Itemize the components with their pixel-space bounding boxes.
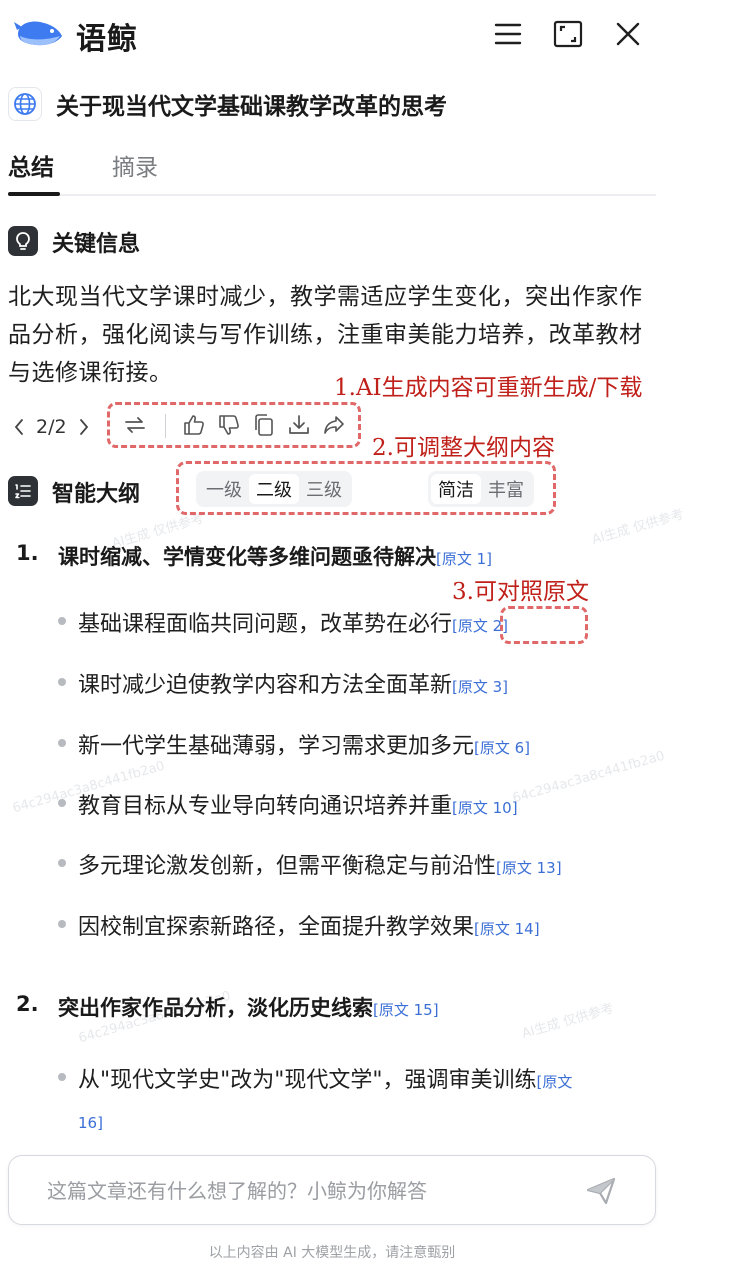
source-ref-link[interactable]: [原文 6] xyxy=(474,739,530,757)
send-icon[interactable] xyxy=(583,1174,619,1208)
download-icon[interactable] xyxy=(285,411,313,439)
bullet-dot xyxy=(58,739,66,747)
watermark: AI生成 仅供参考 xyxy=(520,1001,616,1042)
outline-section-number: 1. xyxy=(16,541,39,565)
whale-logo-icon xyxy=(14,16,64,50)
outline-item: 因校制宜探索新路径，全面提升教学效果[原文 14] xyxy=(78,909,540,941)
annotation-compare-source: 3.可对照原文 xyxy=(452,579,589,605)
annotation-regenerate-download: 1.AI生成内容可重新生成/下载 xyxy=(334,375,643,401)
watermark: 64c294ac3a8c441fb2a0 xyxy=(510,748,667,807)
source-ref-link[interactable]: [原文 1] xyxy=(436,550,492,568)
outline-item: 教育目标从专业导向转向通识培养并重[原文 10] xyxy=(78,788,518,820)
outline-item-text: 教育目标从专业导向转向通识培养并重 xyxy=(78,794,453,819)
bullet-dot xyxy=(58,1073,66,1081)
source-ref-link[interactable]: [原文 2] xyxy=(452,617,508,635)
bullet-dot xyxy=(58,799,66,807)
source-ref-link[interactable]: 16] xyxy=(78,1114,103,1132)
bullet-dot xyxy=(58,859,66,867)
outline-section-text: 课时缩减、学情变化等多维问题亟待解决 xyxy=(58,545,436,569)
outline-item-text: 课时减少迫使教学内容和方法全面革新 xyxy=(78,673,453,698)
level-option-3[interactable]: 三级 xyxy=(299,474,349,504)
regenerate-icon[interactable] xyxy=(121,411,149,439)
globe-icon xyxy=(8,87,42,121)
level-option-1[interactable]: 一级 xyxy=(199,474,249,504)
annotation-box-source-ref xyxy=(500,606,588,644)
expand-icon[interactable] xyxy=(552,18,584,50)
outline-section-number: 2. xyxy=(16,992,39,1016)
source-ref-link[interactable]: [原文 3] xyxy=(452,678,508,696)
outline-item-text: 因校制宜探索新路径，全面提升教学效果 xyxy=(78,915,475,940)
copy-icon[interactable] xyxy=(250,411,278,439)
bullet-dot xyxy=(58,617,66,625)
source-ref-link[interactable]: [原文 15] xyxy=(373,1001,439,1019)
outline-item-text: 基础课程面临共同问题，改革势在必行 xyxy=(78,612,453,637)
watermark: AI生成 仅供参考 xyxy=(590,507,686,548)
source-ref-link[interactable]: [原文 13] xyxy=(496,859,562,877)
outline-item-continuation: 16] xyxy=(78,1109,103,1134)
lightbulb-icon xyxy=(8,226,38,256)
result-pager: 2/2 xyxy=(10,412,93,442)
source-ref-link[interactable]: [原文 xyxy=(536,1073,572,1091)
outline-title: 智能大纲 xyxy=(52,482,141,507)
outline-item: 基础课程面临共同问题，改革势在必行[原文 2] xyxy=(78,606,508,638)
close-icon[interactable] xyxy=(612,18,644,50)
bullet-dot xyxy=(58,920,66,928)
level-option-2[interactable]: 二级 xyxy=(249,474,299,504)
style-option-concise[interactable]: 简洁 xyxy=(431,474,481,504)
tab-summary[interactable]: 总结 xyxy=(8,148,54,182)
outline-item: 多元理论激发创新，但需平衡稳定与前沿性[原文 13] xyxy=(78,848,562,880)
document-title-row: 关于现当代文学基础课教学改革的思考 xyxy=(8,86,447,122)
outline-section-text: 突出作家作品分析，淡化历史线索 xyxy=(58,996,373,1020)
outline-item: 课时减少迫使教学内容和方法全面革新[原文 3] xyxy=(78,667,508,699)
next-page-icon[interactable] xyxy=(75,412,93,442)
outline-section-heading: 课时缩减、学情变化等多维问题亟待解决[原文 1] xyxy=(58,541,492,571)
outline-section-heading: 突出作家作品分析，淡化历史线索[原文 15] xyxy=(58,992,439,1022)
ai-disclaimer: 以上内容由 AI 大模型生成，请注意甄别 xyxy=(208,1245,456,1261)
app-header: 语鲸 xyxy=(0,0,736,70)
outline-item: 从"现代文学史"改为"现代文学"，强调审美训练[原文 xyxy=(78,1062,572,1094)
key-info-title: 关键信息 xyxy=(52,232,141,257)
annotation-adjust-outline: 2.可调整大纲内容 xyxy=(372,435,555,461)
source-ref-link[interactable]: [原文 14] xyxy=(474,920,540,938)
outline-list-icon xyxy=(8,476,38,506)
outline-level-selector: 一级 二级 三级 xyxy=(196,471,352,507)
thumbs-up-icon[interactable] xyxy=(180,411,208,439)
outline-item-text: 从"现代文学史"改为"现代文学"，强调审美训练 xyxy=(78,1068,537,1093)
outline-item-text: 新一代学生基础薄弱，学习需求更加多元 xyxy=(78,734,475,759)
outline-style-selector: 简洁 丰富 xyxy=(428,471,534,507)
prev-page-icon[interactable] xyxy=(10,412,28,442)
thumbs-down-icon[interactable] xyxy=(215,411,243,439)
bullet-dot xyxy=(58,678,66,686)
source-ref-link[interactable]: [原文 10] xyxy=(452,799,518,817)
outline-item: 新一代学生基础薄弱，学习需求更加多元[原文 6] xyxy=(78,728,530,760)
menu-icon[interactable] xyxy=(492,18,524,50)
chat-input-box xyxy=(8,1155,656,1225)
document-title: 关于现当代文学基础课教学改革的思考 xyxy=(56,94,447,120)
pager-count: 2/2 xyxy=(36,416,67,438)
share-icon[interactable] xyxy=(320,411,348,439)
tab-bar: 总结 摘录 xyxy=(8,140,656,196)
chat-input[interactable] xyxy=(47,1176,567,1206)
active-tab-indicator xyxy=(8,192,60,196)
outline-item-text: 多元理论激发创新，但需平衡稳定与前沿性 xyxy=(78,854,497,879)
action-divider xyxy=(165,414,166,438)
style-option-rich[interactable]: 丰富 xyxy=(481,474,531,504)
tab-excerpt[interactable]: 摘录 xyxy=(112,148,158,182)
app-name: 语鲸 xyxy=(76,22,138,57)
